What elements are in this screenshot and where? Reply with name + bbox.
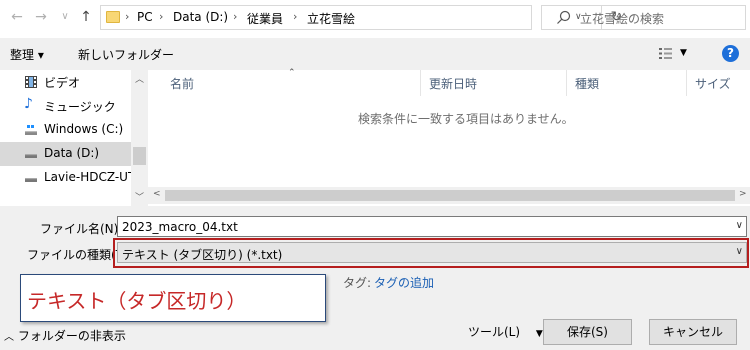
nav-item-label: Lavie-HDCZ-UT <box>44 170 136 184</box>
callout-text: テキスト（タブ区切り） <box>27 289 247 313</box>
forward-arrow-icon[interactable]: → <box>32 8 50 26</box>
nav-item-label: Data (D:) <box>44 146 100 160</box>
folder-icon <box>106 11 120 23</box>
save-dialog-footer: ファイル名(N): 2023_macro_04.txt ∨ ファイルの種類(T)… <box>0 206 750 350</box>
column-header-size[interactable]: サイズ <box>695 75 731 92</box>
chevron-down-icon[interactable]: ∨ <box>736 220 743 231</box>
filename-field[interactable]: 2023_macro_04.txt ∨ <box>117 216 747 237</box>
column-divider[interactable] <box>566 70 567 96</box>
nav-item-music[interactable]: ♪ ミュージック <box>0 94 131 118</box>
nav-item-data-d[interactable]: Data (D:) <box>0 142 131 166</box>
dropdown-arrow-icon: ▼ <box>535 329 543 339</box>
address-row: ← → ∨ ↑ › PC › Data (D:) › 従業員 › 立花雪絵 ∨ … <box>0 0 750 36</box>
hide-folders-toggle[interactable]: ︿ フォルダーの非表示 <box>4 327 126 344</box>
filetype-value: テキスト (タブ区切り) (*.txt) <box>122 248 283 262</box>
new-folder-button[interactable]: 新しいフォルダー <box>78 46 174 63</box>
filename-value: 2023_macro_04.txt <box>122 220 238 234</box>
column-header-name[interactable]: 名前 <box>170 75 194 92</box>
search-placeholder: 立花雪絵の検索 <box>580 12 665 26</box>
file-list: ⌃ 名前 更新日時 種類 サイズ 検索条件に一致する項目はありません。 < > <box>148 68 750 206</box>
breadcrumb-separator-icon[interactable]: › <box>125 10 129 23</box>
file-list-hscrollbar[interactable]: < > <box>148 187 750 204</box>
column-header-type[interactable]: 種類 <box>575 75 599 92</box>
breadcrumb-separator-icon[interactable]: › <box>233 10 237 23</box>
search-icon <box>557 10 571 24</box>
scrollbar-thumb[interactable] <box>133 147 146 165</box>
breadcrumb-employees[interactable]: 従業員 <box>247 10 283 27</box>
up-arrow-icon[interactable]: ↑ <box>77 8 95 26</box>
filetype-select[interactable]: テキスト (タブ区切り) (*.txt) ∨ <box>117 242 747 263</box>
scroll-left-icon[interactable]: < <box>153 189 161 199</box>
nav-item-label: Windows (C:) <box>44 122 124 136</box>
column-divider[interactable] <box>686 70 687 96</box>
help-button[interactable]: ? <box>722 45 739 62</box>
drive-icon <box>25 154 37 158</box>
search-input[interactable]: 立花雪絵の検索 <box>541 5 746 30</box>
video-icon <box>25 76 37 88</box>
column-header-modified[interactable]: 更新日時 <box>429 75 477 92</box>
nav-item-label: ミュージック <box>44 100 116 114</box>
breadcrumb-separator-icon[interactable]: › <box>293 10 297 23</box>
tools-menu-button[interactable]: ツール(L) ▼ <box>468 323 543 340</box>
breadcrumb-pc[interactable]: PC <box>137 10 153 24</box>
filename-label: ファイル名(N): <box>40 222 123 236</box>
annotation-callout: テキスト（タブ区切り） <box>20 274 326 322</box>
organize-button[interactable]: 整理 ▾ <box>10 46 44 63</box>
column-divider[interactable] <box>420 70 421 96</box>
nav-item-videos[interactable]: ビデオ <box>0 70 131 94</box>
scroll-right-icon[interactable]: > <box>739 189 747 199</box>
tags-label: タグ: <box>343 276 372 290</box>
nav-item-label: ビデオ <box>44 76 81 90</box>
breadcrumb-data-drive[interactable]: Data (D:) <box>173 10 228 24</box>
scroll-down-icon[interactable]: ﹀ <box>131 190 148 203</box>
drive-icon <box>25 178 37 182</box>
command-toolbar: 整理 ▾ 新しいフォルダー ▼ ? <box>0 38 750 70</box>
sort-ascending-icon: ⌃ <box>288 68 296 78</box>
save-button[interactable]: 保存(S) <box>543 319 632 345</box>
breadcrumb-current-folder[interactable]: 立花雪絵 <box>307 10 355 27</box>
cancel-button[interactable]: キャンセル <box>649 319 737 345</box>
breadcrumb-separator-icon[interactable]: › <box>159 10 163 23</box>
drive-icon <box>25 125 37 135</box>
view-dropdown-icon[interactable]: ▼ <box>680 48 687 58</box>
music-icon: ♪ <box>24 96 33 112</box>
nav-pane-scrollbar[interactable]: ︿ ﹀ <box>131 70 148 206</box>
hide-folders-label: フォルダーの非表示 <box>17 329 126 343</box>
nav-item-windows-c[interactable]: Windows (C:) <box>0 118 131 142</box>
tools-label: ツール(L) <box>468 325 521 339</box>
recent-chevron-icon[interactable]: ∨ <box>56 8 74 26</box>
chevron-down-icon[interactable]: ∨ <box>736 246 743 257</box>
scrollbar-thumb[interactable] <box>165 190 735 201</box>
chevron-up-icon: ︿ <box>4 332 14 343</box>
view-options-icon[interactable] <box>659 47 672 60</box>
back-arrow-icon[interactable]: ← <box>8 8 26 26</box>
navigation-pane: ビデオ ♪ ミュージック Windows (C:) Data (D:) Lavi… <box>0 70 148 206</box>
scroll-up-icon[interactable]: ︿ <box>131 72 148 85</box>
add-tag-link[interactable]: タグの追加 <box>374 274 434 291</box>
address-bar[interactable]: › PC › Data (D:) › 従業員 › 立花雪絵 ∨ ↻ <box>100 5 622 30</box>
nav-item-lavie-drive[interactable]: Lavie-HDCZ-UT <box>0 166 135 190</box>
empty-folder-message: 検索条件に一致する項目はありません。 <box>358 112 574 126</box>
